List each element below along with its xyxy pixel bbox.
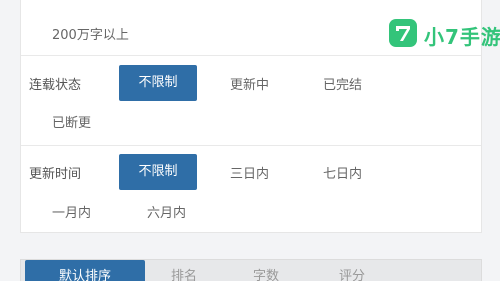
sort-tab-bar: 默认排序 排名 字数 评分 [20, 259, 482, 281]
status-option-unlimited[interactable]: 不限制 [119, 65, 197, 101]
sort-tab-ranking[interactable]: 排名 [171, 260, 197, 281]
seven-logo-icon [389, 19, 417, 47]
update-time-option-3-days[interactable]: 三日内 [230, 163, 269, 182]
filter-panel: 200万字以上 连载状态 不限制 更新中 已完结 已断更 更新时间 不限制 三日… [20, 0, 500, 233]
update-time-option-1-month[interactable]: 一月内 [52, 202, 91, 221]
update-time-option-6-months[interactable]: 六月内 [147, 202, 186, 221]
update-time-option-7-days[interactable]: 七日内 [323, 163, 362, 182]
word-count-option-200w-plus[interactable]: 200万字以上 [52, 24, 129, 43]
novel-filter-page: 200万字以上 连载状态 不限制 更新中 已完结 已断更 更新时间 不限制 三日… [0, 0, 500, 281]
update-time-option-unlimited[interactable]: 不限制 [119, 154, 197, 190]
watermark-text: 小7手游 [424, 25, 500, 49]
sort-tab-rating[interactable]: 评分 [339, 260, 365, 281]
divider [21, 145, 481, 146]
sort-tab-default[interactable]: 默认排序 [25, 260, 145, 281]
status-option-discontinued[interactable]: 已断更 [52, 112, 91, 131]
divider [21, 55, 481, 56]
watermark-logo: 小7手游 [389, 19, 500, 49]
sort-tab-word-count[interactable]: 字数 [253, 260, 279, 281]
status-option-updating[interactable]: 更新中 [230, 74, 269, 93]
status-filter-label: 连载状态 [29, 78, 82, 93]
status-option-completed[interactable]: 已完结 [323, 74, 362, 93]
word-count-options-partial [21, 0, 481, 7]
update-time-filter-label: 更新时间 [29, 167, 82, 182]
